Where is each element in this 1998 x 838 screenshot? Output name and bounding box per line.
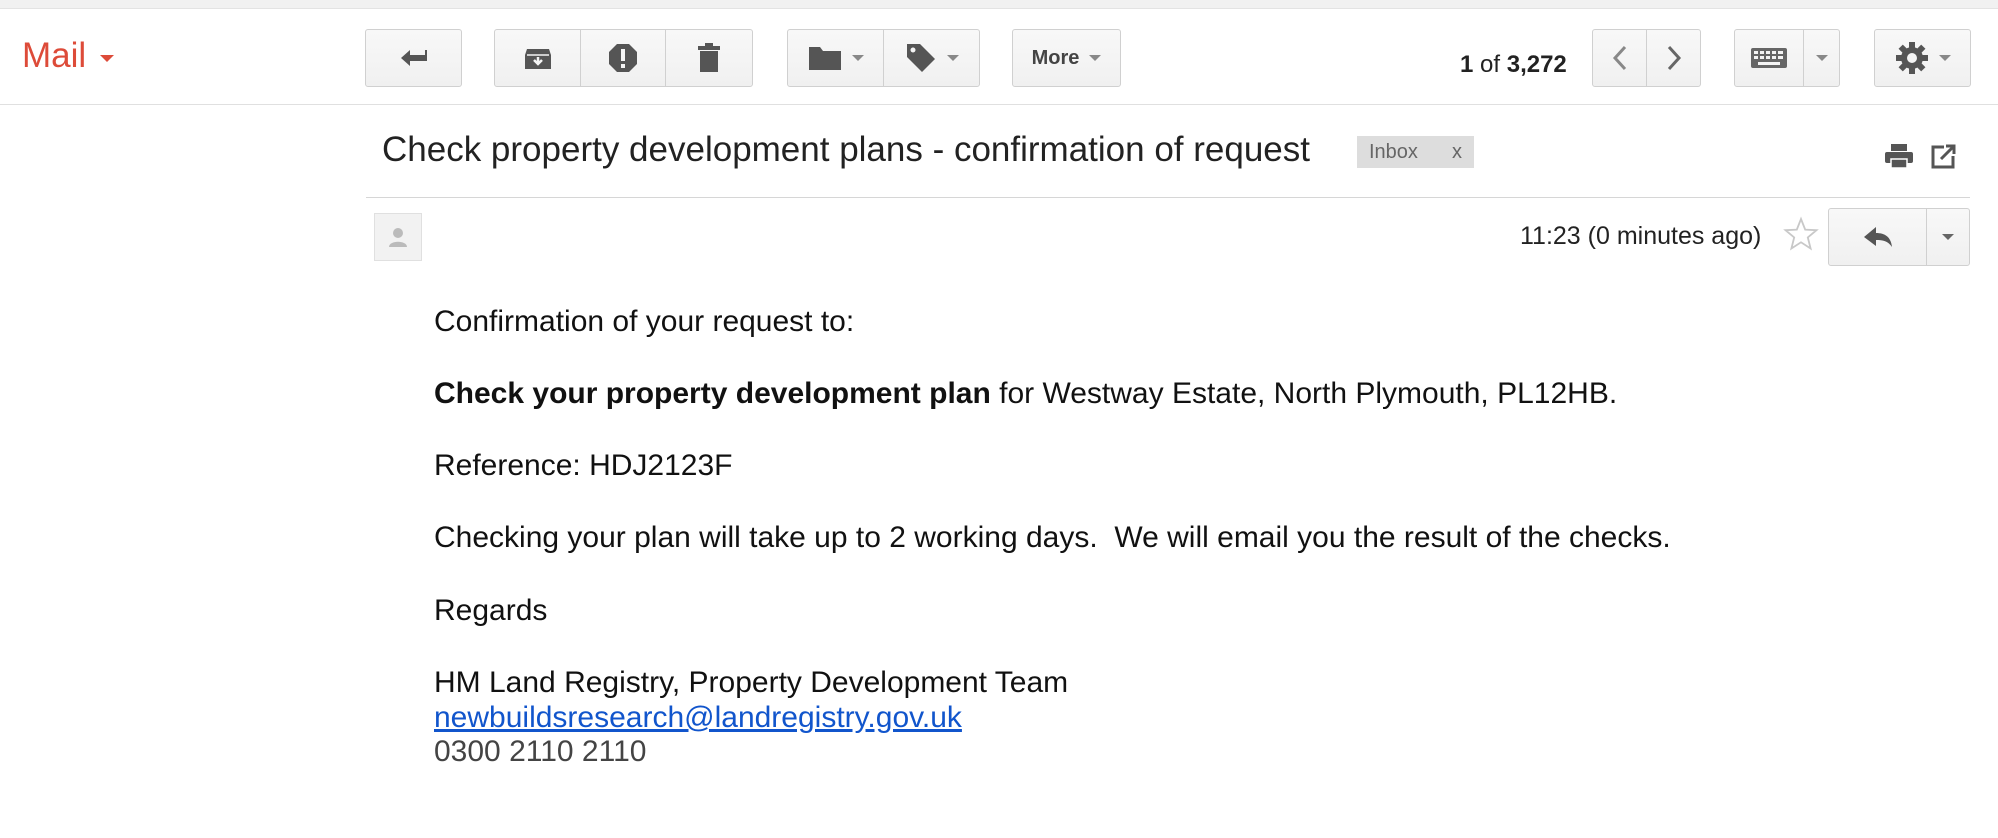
trash-icon: [698, 43, 720, 72]
signature-phone: 0300 2110 2110: [434, 735, 647, 768]
chevron-down-icon: [851, 55, 864, 61]
remove-label-button[interactable]: x: [1452, 141, 1462, 164]
gear-icon: [1895, 42, 1928, 74]
print-icon: [1885, 144, 1913, 169]
delete-button[interactable]: [665, 29, 753, 87]
tag-icon: [906, 44, 935, 72]
person-icon: [389, 228, 407, 247]
star-icon[interactable]: [1783, 216, 1819, 252]
body-service-name: Check your property development plan: [434, 377, 991, 410]
input-tools-button[interactable]: [1734, 29, 1804, 87]
newer-button[interactable]: [1592, 29, 1647, 87]
body-service-line: Check your property development plan for…: [434, 377, 1617, 411]
body-timeline: Checking your plan will take up to 2 wor…: [434, 521, 1671, 554]
top-bar: [0, 0, 1998, 9]
more-group: More: [1012, 29, 1121, 87]
labels-button[interactable]: [883, 29, 980, 87]
open-in-new-window-button[interactable]: [1928, 140, 1960, 172]
chevron-down-icon: [1942, 234, 1954, 240]
chevron-down-icon: [1938, 55, 1951, 61]
reply-icon: [1863, 227, 1892, 247]
sender-avatar: [374, 213, 422, 261]
older-button[interactable]: [1646, 29, 1701, 87]
body-service-details: for Westway Estate, North Plymouth, PL12…: [990, 377, 1618, 410]
chevron-down-icon: [946, 55, 959, 61]
message-subject: Check property development plans - confi…: [382, 130, 1310, 169]
more-actions-dropdown[interactable]: [1926, 208, 1970, 266]
folder-icon: [808, 47, 841, 70]
label-chip-text: Inbox: [1369, 140, 1418, 163]
more-label: More: [1031, 46, 1080, 69]
reply-group: [1828, 208, 1970, 266]
report-spam-button[interactable]: [580, 29, 666, 87]
input-tools-group: [1734, 29, 1840, 87]
chevron-left-icon: [1612, 45, 1626, 71]
back-arrow-icon: [400, 50, 427, 66]
mail-menu[interactable]: Mail: [22, 36, 115, 76]
pager-of: of: [1480, 51, 1501, 78]
organize-group: [787, 29, 980, 87]
back-group: [365, 29, 462, 87]
report-spam-icon: [609, 44, 637, 72]
chevron-down-icon: [1089, 55, 1102, 61]
archive-icon: [524, 49, 551, 69]
signature-email-link[interactable]: newbuildsresearch@landregistry.gov.uk: [434, 701, 962, 734]
body-reference: Reference: HDJ2123F: [434, 449, 733, 482]
toolbar: Mail More 1 of 3,272: [0, 9, 1998, 105]
chevron-down-icon: [100, 54, 115, 62]
action-group: [494, 29, 753, 87]
archive-button[interactable]: [494, 29, 581, 87]
signature-org: HM Land Registry, Property Development T…: [434, 666, 1069, 699]
settings-group: [1874, 29, 1971, 87]
inbox-label-chip[interactable]: Inbox x: [1357, 136, 1474, 168]
body-regards: Regards: [434, 594, 548, 627]
settings-button[interactable]: [1874, 29, 1971, 87]
subject-row: Check property development plans - confi…: [366, 118, 1970, 198]
pager-count: 1 of 3,272: [1460, 51, 1567, 79]
back-button[interactable]: [365, 29, 462, 87]
keyboard-icon: [1751, 48, 1787, 68]
message-timestamp: 11:23 (0 minutes ago): [1520, 222, 1762, 250]
more-button[interactable]: More: [1012, 29, 1121, 87]
chevron-right-icon: [1667, 45, 1681, 71]
mail-label: Mail: [22, 36, 87, 75]
new-window-icon: [1931, 144, 1956, 169]
pager-total: 3,272: [1506, 51, 1567, 78]
reply-button[interactable]: [1828, 208, 1927, 266]
print-button[interactable]: [1883, 140, 1915, 172]
chevron-down-icon: [1815, 55, 1828, 61]
input-tools-dropdown[interactable]: [1803, 29, 1840, 87]
pager-group: [1592, 29, 1701, 87]
signature-email-line: newbuildsresearch@landregistry.gov.uk: [434, 701, 962, 735]
move-to-button[interactable]: [787, 29, 884, 87]
body-intro: Confirmation of your request to:: [434, 305, 855, 338]
pager-current: 1: [1460, 51, 1474, 78]
